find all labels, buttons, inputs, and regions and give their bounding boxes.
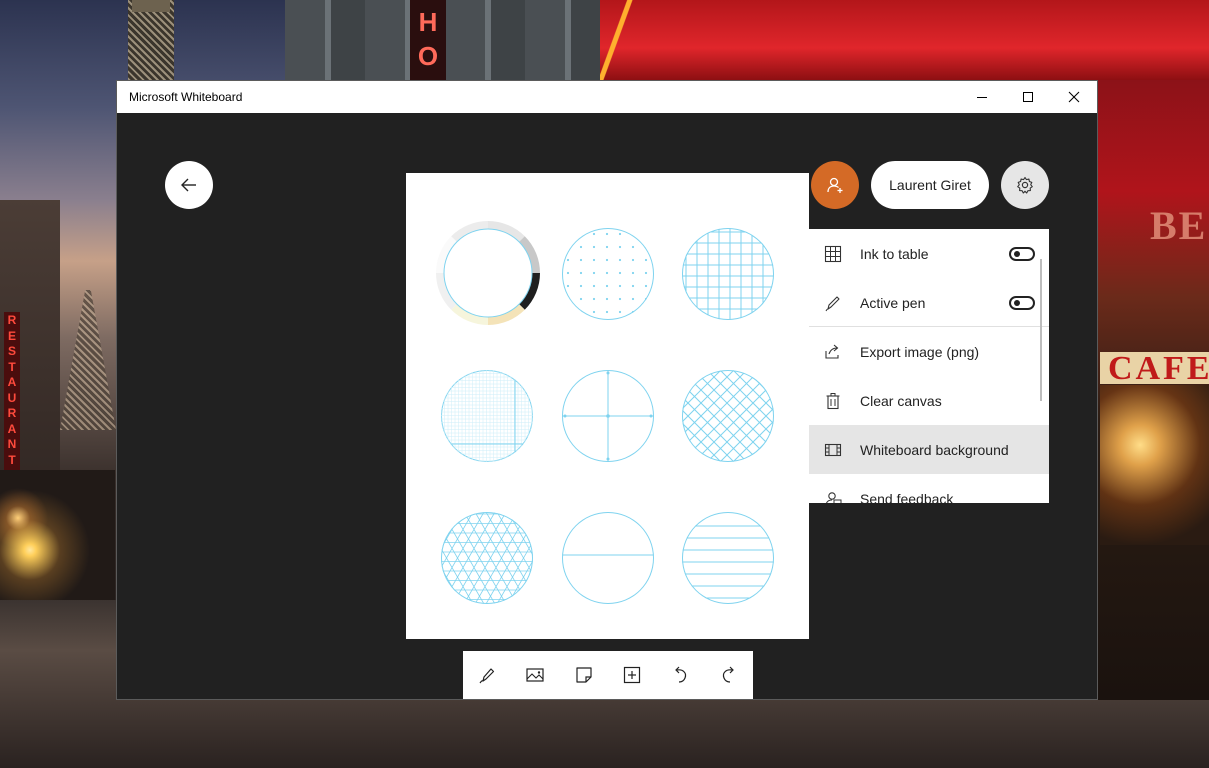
invite-button[interactable] xyxy=(811,161,859,209)
restaurant-sign-letter: E xyxy=(7,328,16,343)
menu-label: Clear canvas xyxy=(860,392,942,409)
trash-icon xyxy=(823,391,843,411)
table-icon xyxy=(823,244,843,264)
minimize-button[interactable] xyxy=(959,81,1005,113)
color-ring-option[interactable] xyxy=(428,213,548,333)
top-building xyxy=(285,0,615,80)
ink-to-table-toggle[interactable] xyxy=(1009,246,1035,261)
menu-label: Ink to table xyxy=(860,245,929,262)
sticky-note-icon xyxy=(576,667,592,683)
redo-button[interactable] xyxy=(717,663,741,687)
dots-pattern[interactable] xyxy=(562,228,654,320)
back-button[interactable] xyxy=(165,161,213,209)
hotel-sign-letter: O xyxy=(417,41,439,71)
color-ring xyxy=(436,221,540,325)
single-line-preview xyxy=(562,554,654,556)
menu-label: Send feedback xyxy=(860,490,954,504)
crosshair-preview xyxy=(562,370,654,462)
close-icon xyxy=(1068,91,1080,103)
add-person-icon xyxy=(827,177,843,193)
square-grid-preview xyxy=(682,228,774,320)
menu-label: Export image (png) xyxy=(860,343,980,360)
image-tool-button[interactable] xyxy=(523,663,547,687)
settings-button[interactable] xyxy=(1001,161,1049,209)
maximize-icon xyxy=(1023,92,1033,102)
restaurant-sign-letter: R xyxy=(7,313,17,327)
menu-scrollbar[interactable] xyxy=(1040,259,1042,401)
right-building-sign: BE xyxy=(1150,203,1208,248)
triangle-grid-pattern[interactable] xyxy=(441,512,533,604)
awning-stripe xyxy=(600,0,660,80)
minimize-icon xyxy=(977,97,987,98)
gear-icon xyxy=(1017,176,1033,194)
active-pen-toggle[interactable] xyxy=(1009,295,1035,310)
menu-item-send-feedback[interactable]: Send feedback xyxy=(809,474,1049,503)
crosshair-pattern[interactable] xyxy=(562,370,654,462)
fine-grid-pattern[interactable] xyxy=(441,370,533,462)
window-title: Microsoft Whiteboard xyxy=(129,90,243,104)
bottom-toolbar xyxy=(463,651,753,699)
ruled-lines-preview xyxy=(682,525,774,599)
whiteboard-window: Microsoft Whiteboard Laurent Giret Ink t… xyxy=(116,80,1098,700)
selected-color-indicator xyxy=(443,228,533,318)
hotel-sign-letter: H xyxy=(418,7,438,37)
user-name: Laurent Giret xyxy=(889,177,971,193)
restaurant-sign-letter: T xyxy=(8,359,16,374)
film-icon xyxy=(823,440,843,460)
eiffel-tower-top xyxy=(128,0,174,80)
menu-label: Whiteboard background xyxy=(860,441,1009,458)
share-icon xyxy=(823,342,843,362)
restaurant-sign-letter: N xyxy=(7,437,17,451)
redo-icon xyxy=(722,666,734,683)
triangle-grid-preview xyxy=(441,512,533,604)
cafe-sign: CAFE xyxy=(1100,352,1209,384)
diamond-grid-pattern[interactable] xyxy=(682,370,774,462)
background-picker xyxy=(406,173,809,639)
restaurant-sign-letter: A xyxy=(7,421,17,436)
restaurant-sign-letter: S xyxy=(7,344,16,358)
add-button[interactable] xyxy=(620,663,644,687)
ruled-lines-pattern[interactable] xyxy=(682,512,774,604)
sticky-note-button[interactable] xyxy=(572,663,596,687)
menu-item-ink-to-table[interactable]: Ink to table xyxy=(809,229,1049,278)
eiffel-tower-cap xyxy=(132,0,170,12)
undo-button[interactable] xyxy=(668,663,692,687)
pen-icon xyxy=(479,668,495,684)
undo-icon xyxy=(675,666,687,683)
restaurant-sign-letter: T xyxy=(8,452,16,467)
single-line-pattern[interactable] xyxy=(562,512,654,604)
add-icon xyxy=(623,666,641,684)
restaurant-sign-letter: R xyxy=(7,406,17,420)
square-grid-pattern[interactable] xyxy=(682,228,774,320)
pen-icon xyxy=(823,293,843,313)
pen-tool-button[interactable] xyxy=(475,663,499,687)
image-icon xyxy=(526,668,544,682)
street-lights xyxy=(0,470,115,600)
red-awning xyxy=(600,0,1209,80)
maximize-button[interactable] xyxy=(1005,81,1051,113)
settings-menu: Ink to table Active pen Export image (pn… xyxy=(809,229,1049,503)
feedback-icon xyxy=(823,489,843,503)
menu-label: Active pen xyxy=(860,294,926,311)
restaurant-sign-letter: A xyxy=(7,375,17,389)
diamond-grid-preview xyxy=(682,370,774,462)
cafe-interior xyxy=(1100,385,1209,545)
restaurant-sign-letter: U xyxy=(7,390,17,405)
menu-item-export-image[interactable]: Export image (png) xyxy=(809,327,1049,376)
arrow-left-icon xyxy=(181,178,196,192)
title-bar[interactable]: Microsoft Whiteboard xyxy=(117,81,1097,113)
dots-pattern-preview xyxy=(566,232,648,314)
menu-item-active-pen[interactable]: Active pen xyxy=(809,278,1049,327)
fine-grid-preview xyxy=(441,370,533,462)
menu-item-whiteboard-background[interactable]: Whiteboard background xyxy=(809,425,1049,474)
menu-item-clear-canvas[interactable]: Clear canvas xyxy=(809,376,1049,425)
user-name-button[interactable]: Laurent Giret xyxy=(871,161,989,209)
close-button[interactable] xyxy=(1051,81,1097,113)
